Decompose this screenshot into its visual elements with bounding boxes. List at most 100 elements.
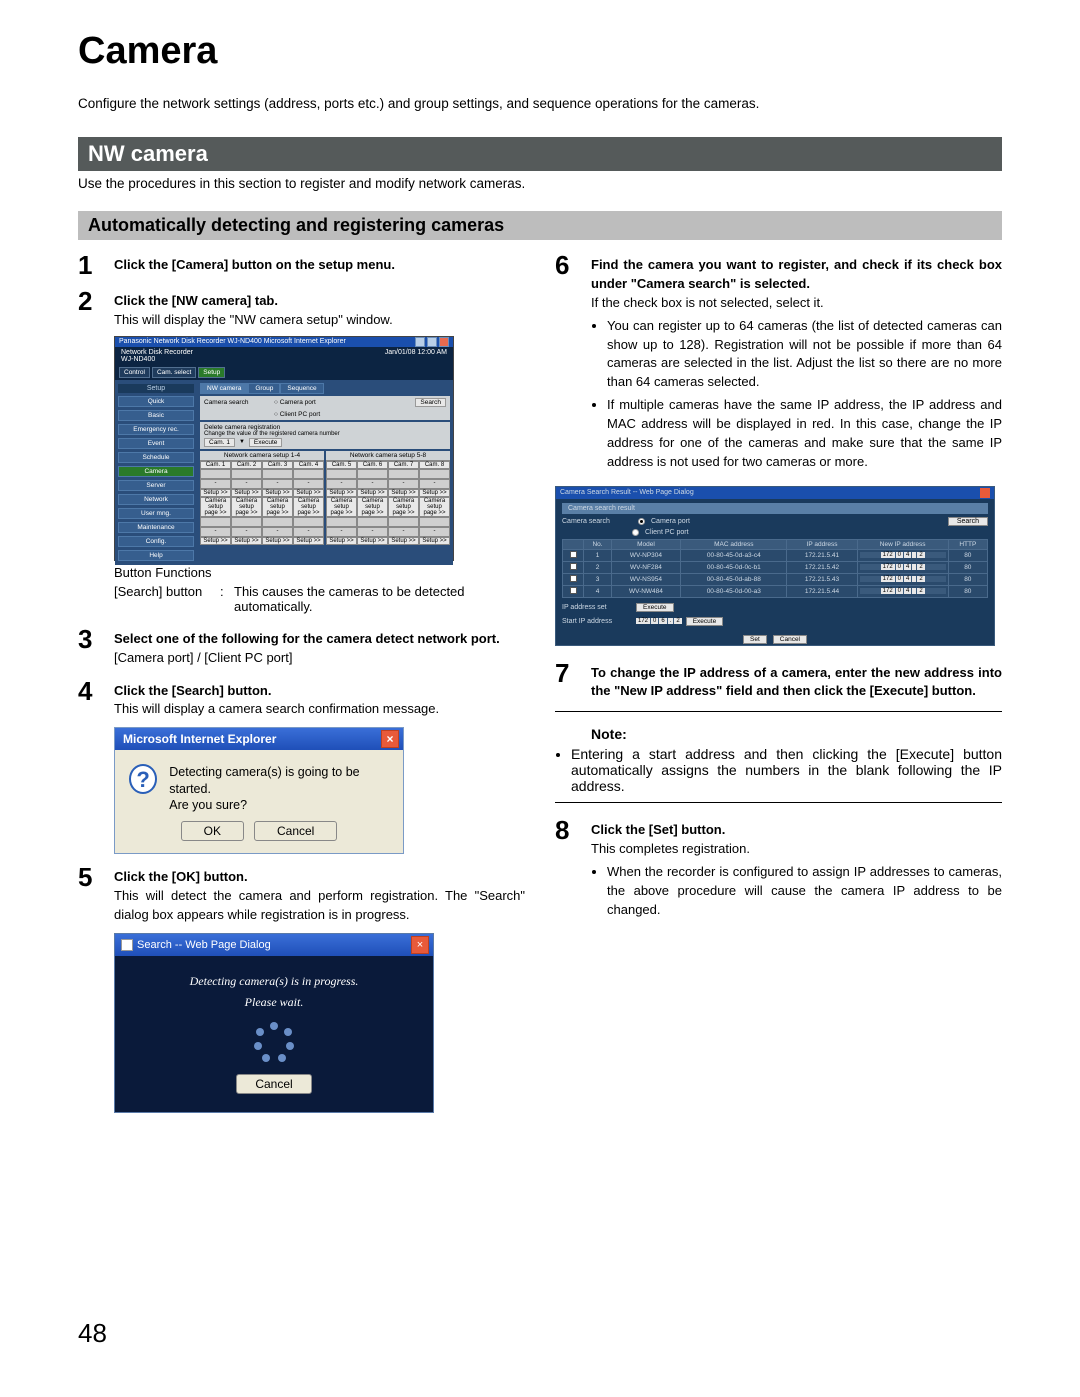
radio-icon bbox=[638, 518, 645, 525]
step-2-text: Click the [NW camera] tab. bbox=[114, 293, 278, 308]
function-row: [Search] button : This causes the camera… bbox=[114, 584, 525, 614]
progress-msg-1: Detecting camera(s) is in progress. bbox=[190, 974, 359, 989]
step-6: 6 Find the camera you want to register, … bbox=[555, 252, 1002, 475]
note-heading: Note: bbox=[591, 726, 1002, 742]
execute-button: Execute bbox=[636, 603, 674, 612]
search-button: Search bbox=[948, 517, 988, 526]
progress-msg-2: Please wait. bbox=[245, 995, 304, 1010]
step-6-desc: If the check box is not selected, select… bbox=[591, 295, 824, 310]
delete-hint: Change the value of the registered camer… bbox=[204, 431, 446, 437]
model-label: Network Disk Recorder WJ-ND400 bbox=[121, 349, 193, 363]
step-8-desc: This completes registration. bbox=[591, 841, 750, 856]
step-number: 3 bbox=[78, 626, 104, 668]
right-column: 6 Find the camera you want to register, … bbox=[555, 252, 1002, 1122]
nav-schedule: Schedule bbox=[118, 452, 194, 463]
cam-select: Cam. 1 bbox=[204, 438, 235, 447]
grp-left-hdr: Network camera setup 1-4 bbox=[200, 451, 324, 461]
rtab-sequence: Sequence bbox=[280, 383, 323, 394]
close-icon: × bbox=[411, 936, 429, 954]
fn-desc: This causes the cameras to be detected a… bbox=[234, 584, 525, 614]
step-5: 5 Click the [OK] button. This will detec… bbox=[78, 864, 525, 925]
close-icon bbox=[439, 337, 449, 347]
question-icon: ? bbox=[129, 764, 157, 794]
max-icon bbox=[427, 337, 437, 347]
left-column: 1 Click the [Camera] button on the setup… bbox=[78, 252, 525, 1122]
close-icon: × bbox=[381, 730, 399, 748]
divider bbox=[555, 802, 1002, 803]
step-8: 8 Click the [Set] button. This completes… bbox=[555, 817, 1002, 923]
cancel-button: Cancel bbox=[236, 1074, 311, 1094]
step-3-text: Select one of the following for the came… bbox=[114, 631, 500, 646]
nav-usermng: User mng. bbox=[118, 508, 194, 519]
screenshot-camera-search-result: Camera Search Result -- Web Page Dialog … bbox=[555, 486, 995, 646]
step-1: 1 Click the [Camera] button on the setup… bbox=[78, 252, 525, 278]
fn-colon: : bbox=[220, 584, 228, 614]
step-2: 2 Click the [NW camera] tab. This will d… bbox=[78, 288, 525, 330]
step-5-desc: This will detect the camera and perform … bbox=[114, 887, 525, 925]
screenshot-nw-camera-setup: Panasonic Network Disk Recorder WJ-ND400… bbox=[114, 336, 454, 561]
step-2-desc: This will display the "NW camera setup" … bbox=[114, 312, 393, 327]
camera-search-label: Camera search bbox=[204, 399, 274, 406]
step-6-bullet-2: If multiple cameras have the same IP add… bbox=[607, 396, 1002, 471]
nav-quick: Quick bbox=[118, 396, 194, 407]
step-4-desc: This will display a camera search confir… bbox=[114, 701, 439, 716]
rtab-nwcamera: NW camera bbox=[200, 383, 248, 394]
dialog-title: Microsoft Internet Explorer bbox=[123, 732, 276, 746]
setup-heading: Setup bbox=[118, 384, 194, 393]
divider bbox=[555, 711, 1002, 712]
start-ip-label: Start IP address bbox=[562, 618, 632, 625]
search-label: Camera search bbox=[562, 518, 632, 525]
radio-camera-port: Camera port bbox=[280, 399, 316, 406]
panel-header: Camera search result bbox=[562, 503, 988, 514]
fn-label: [Search] button bbox=[114, 584, 214, 614]
step-7-text: To change the IP address of a camera, en… bbox=[591, 664, 1002, 702]
nav-basic: Basic bbox=[118, 410, 194, 421]
nav-emergency: Emergency rec. bbox=[118, 424, 194, 435]
result-table: No. Model MAC address IP address New IP … bbox=[562, 539, 988, 598]
step-4: 4 Click the [Search] button. This will d… bbox=[78, 678, 525, 720]
nav-config: Config. bbox=[118, 536, 194, 547]
step-4-text: Click the [Search] button. bbox=[114, 683, 271, 698]
page-icon bbox=[121, 939, 133, 951]
page-title: Camera bbox=[78, 30, 1002, 73]
dialog-title: Camera Search Result -- Web Page Dialog bbox=[560, 489, 694, 496]
radio-client-pc-port: Client PC port bbox=[645, 529, 689, 536]
min-icon bbox=[415, 337, 425, 347]
dialog-msg-1: Detecting camera(s) is going to be start… bbox=[169, 765, 359, 795]
section-heading-nw-camera: NW camera bbox=[78, 137, 1002, 171]
step-number: 7 bbox=[555, 660, 581, 702]
execute-button: Execute bbox=[686, 617, 724, 626]
caption-button-functions: Button Functions bbox=[114, 565, 525, 580]
step-number: 5 bbox=[78, 864, 104, 925]
cancel-button: Cancel bbox=[773, 635, 807, 644]
step-6-text: Find the camera you want to register, an… bbox=[591, 256, 1002, 294]
step-5-text: Click the [OK] button. bbox=[114, 869, 248, 884]
step-6-bullet-1: You can register up to 64 cameras (the l… bbox=[607, 317, 1002, 392]
step-7: 7 To change the IP address of a camera, … bbox=[555, 660, 1002, 702]
nav-event: Event bbox=[118, 438, 194, 449]
close-icon bbox=[980, 488, 990, 498]
section-desc: Use the procedures in this section to re… bbox=[78, 176, 1002, 191]
nav-help: Help bbox=[118, 550, 194, 561]
set-button: Set bbox=[743, 635, 767, 644]
ipaddr-set-label: IP address set bbox=[562, 604, 632, 611]
start-ip-field: 17206.2 bbox=[636, 618, 682, 624]
radio-icon bbox=[632, 529, 639, 536]
step-number: 2 bbox=[78, 288, 104, 330]
window-title: Panasonic Network Disk Recorder WJ-ND400… bbox=[119, 338, 346, 345]
screenshot-ie-confirm: Microsoft Internet Explorer × ? Detectin… bbox=[114, 727, 404, 854]
nav-server: Server bbox=[118, 480, 194, 491]
page-number: 48 bbox=[78, 1318, 107, 1349]
delete-reg-label: Delete camera registration bbox=[204, 424, 446, 431]
radio-camera-port: Camera port bbox=[651, 518, 690, 525]
step-number: 1 bbox=[78, 252, 104, 278]
ok-button: OK bbox=[181, 821, 244, 841]
radio-client-pc-port: Client PC port bbox=[280, 411, 320, 418]
tab-control: Control bbox=[119, 367, 150, 378]
note-bullet-1: Entering a start address and then clicki… bbox=[571, 746, 1002, 794]
step-number: 8 bbox=[555, 817, 581, 923]
dialog-title: Search -- Web Page Dialog bbox=[137, 939, 271, 951]
step-3-desc: [Camera port] / [Client PC port] bbox=[114, 650, 292, 665]
screenshot-search-progress: Search -- Web Page Dialog × Detecting ca… bbox=[114, 933, 434, 1113]
nav-camera: Camera bbox=[118, 466, 194, 477]
